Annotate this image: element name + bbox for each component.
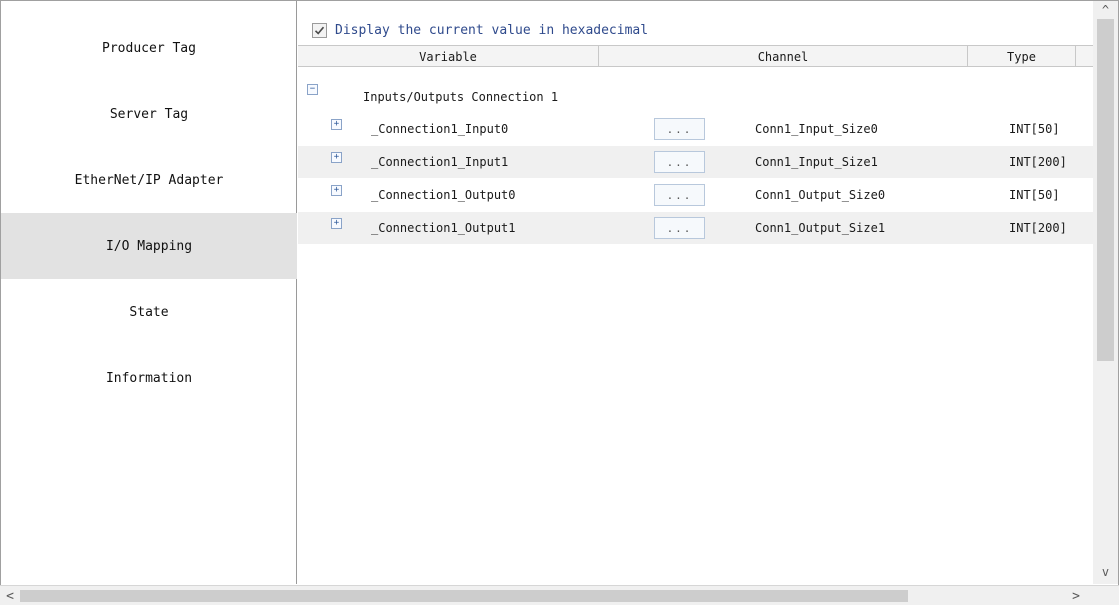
sidebar-item-label: Producer Tag [102, 40, 196, 56]
browse-button[interactable]: ... [654, 184, 705, 206]
sidebar-item-io-mapping[interactable]: I/O Mapping [1, 213, 297, 279]
vertical-scrollbar[interactable]: ^ v [1093, 1, 1118, 584]
sidebar-item-ethernet-ip-adapter[interactable]: EtherNet/IP Adapter [1, 147, 297, 213]
sidebar-item-label: EtherNet/IP Adapter [74, 172, 224, 188]
variable-name: _Connection1_Output0 [371, 188, 516, 202]
horizontal-scrollbar[interactable]: < > [0, 585, 1119, 605]
horizontal-scroll-thumb[interactable] [20, 590, 908, 602]
sidebar-item-label: Server Tag [109, 106, 189, 122]
sidebar-item-state[interactable]: State [1, 279, 297, 345]
expand-icon[interactable]: + [331, 218, 342, 229]
column-header-channel[interactable]: Channel [599, 46, 968, 67]
data-type: INT[50] [1009, 188, 1060, 202]
channel-name: Conn1_Output_Size0 [755, 188, 886, 202]
scroll-down-icon[interactable]: v [1093, 563, 1118, 581]
channel-name: Conn1_Input_Size1 [755, 155, 878, 169]
data-type: INT[200] [1009, 221, 1067, 235]
scroll-right-icon[interactable]: > [1066, 586, 1086, 605]
channel-name: Conn1_Output_Size1 [755, 221, 886, 235]
group-label: Inputs/Outputs Connection 1 [363, 90, 559, 104]
collapse-symbol: − [309, 84, 316, 94]
table-row[interactable]: + _Connection1_Input1 ... Conn1_Input_Si… [298, 146, 1093, 178]
sidebar-item-label: State [129, 304, 169, 320]
expand-symbol: + [333, 218, 340, 228]
variable-name: _Connection1_Input1 [371, 155, 509, 169]
column-header-label: Variable [419, 49, 477, 64]
scroll-left-icon[interactable]: < [0, 586, 20, 605]
expand-symbol: + [333, 185, 340, 195]
hex-display-option[interactable]: Display the current value in hexadecimal [312, 21, 648, 39]
channel-name: Conn1_Input_Size0 [755, 122, 878, 136]
hex-display-label: Display the current value in hexadecimal [335, 22, 649, 38]
browse-button[interactable]: ... [654, 151, 705, 173]
table-row[interactable]: + _Connection1_Input0 ... Conn1_Input_Si… [298, 113, 1093, 145]
sidebar-item-producer-tag[interactable]: Producer Tag [1, 15, 297, 81]
io-mapping-panel: Display the current value in hexadecimal… [298, 1, 1093, 584]
column-header-type[interactable]: Type [968, 46, 1076, 67]
table-row[interactable]: + _Connection1_Output1 ... Conn1_Output_… [298, 212, 1093, 244]
collapse-icon[interactable]: − [307, 84, 318, 95]
variable-name: _Connection1_Input0 [371, 122, 509, 136]
expand-icon[interactable]: + [331, 119, 342, 130]
browse-button[interactable]: ... [654, 118, 705, 140]
column-header-label: Type [1007, 49, 1036, 64]
vertical-scroll-thumb[interactable] [1097, 19, 1114, 361]
expand-icon[interactable]: + [331, 152, 342, 163]
sidebar-item-label: Information [105, 370, 193, 386]
sidebar: Producer Tag Server Tag EtherNet/IP Adap… [1, 1, 297, 584]
sidebar-item-server-tag[interactable]: Server Tag [1, 81, 297, 147]
sidebar-item-information[interactable]: Information [1, 345, 297, 411]
expand-symbol: + [333, 119, 340, 129]
expand-symbol: + [333, 152, 340, 162]
browse-button[interactable]: ... [654, 217, 705, 239]
sidebar-item-label: I/O Mapping [105, 238, 193, 254]
checkmark-icon [314, 26, 325, 35]
data-type: INT[200] [1009, 155, 1067, 169]
hex-display-checkbox[interactable] [312, 22, 327, 38]
column-header-variable[interactable]: Variable [298, 46, 599, 67]
data-type: INT[50] [1009, 122, 1060, 136]
tree-group-row[interactable]: − Inputs/Outputs Connection 1 [298, 83, 1093, 111]
grid-header: Variable Channel Type [298, 45, 1093, 67]
table-row[interactable]: + _Connection1_Output0 ... Conn1_Output_… [298, 179, 1093, 211]
scroll-up-icon[interactable]: ^ [1093, 1, 1118, 19]
expand-icon[interactable]: + [331, 185, 342, 196]
variable-name: _Connection1_Output1 [371, 221, 516, 235]
column-header-label: Channel [757, 49, 809, 64]
